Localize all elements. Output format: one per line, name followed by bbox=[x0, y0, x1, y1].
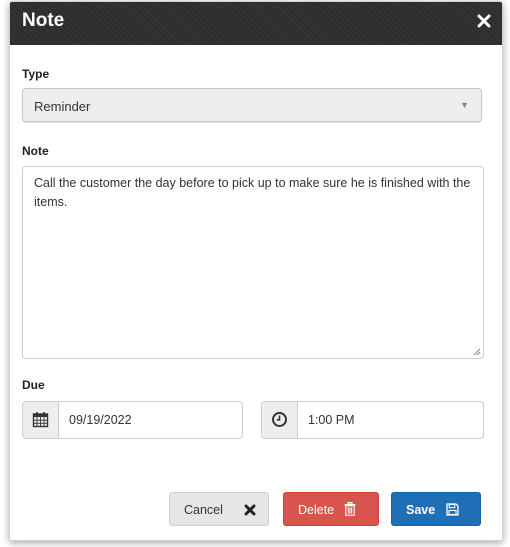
trash-icon bbox=[344, 502, 356, 516]
type-select[interactable]: Reminder ▼ bbox=[22, 88, 482, 122]
delete-button-label: Delete bbox=[298, 503, 335, 517]
note-text: Call the customer the day before to pick… bbox=[34, 176, 471, 209]
close-icon bbox=[244, 504, 256, 516]
save-button[interactable]: Save bbox=[391, 492, 481, 526]
due-label: Due bbox=[22, 378, 45, 392]
due-date-field[interactable]: 09/19/2022 bbox=[22, 401, 243, 439]
floppy-disk-icon bbox=[446, 503, 459, 516]
dialog-title: Note bbox=[22, 10, 65, 31]
cancel-button-label: Cancel bbox=[184, 503, 223, 517]
delete-button[interactable]: Delete bbox=[283, 492, 379, 526]
note-dialog: Note Type Reminder ▼ Note Call the custo… bbox=[9, 1, 503, 541]
due-time-value: 1:00 PM bbox=[308, 413, 355, 427]
date-addon[interactable] bbox=[23, 402, 59, 438]
type-label: Type bbox=[22, 67, 50, 81]
cancel-button[interactable]: Cancel bbox=[169, 492, 269, 526]
dialog-titlebar: Note bbox=[10, 2, 502, 45]
resize-grip-icon[interactable] bbox=[473, 348, 481, 356]
time-addon[interactable] bbox=[262, 402, 298, 438]
close-icon[interactable] bbox=[476, 13, 492, 29]
type-select-value: Reminder bbox=[34, 99, 91, 114]
due-date-value: 09/19/2022 bbox=[69, 413, 132, 427]
note-label: Note bbox=[22, 144, 49, 158]
note-textarea[interactable]: Call the customer the day before to pick… bbox=[22, 166, 484, 359]
clock-icon bbox=[272, 412, 287, 427]
due-time-field[interactable]: 1:00 PM bbox=[261, 401, 484, 439]
calendar-icon bbox=[32, 412, 49, 428]
chevron-down-icon: ▼ bbox=[460, 100, 469, 110]
save-button-label: Save bbox=[406, 503, 436, 517]
